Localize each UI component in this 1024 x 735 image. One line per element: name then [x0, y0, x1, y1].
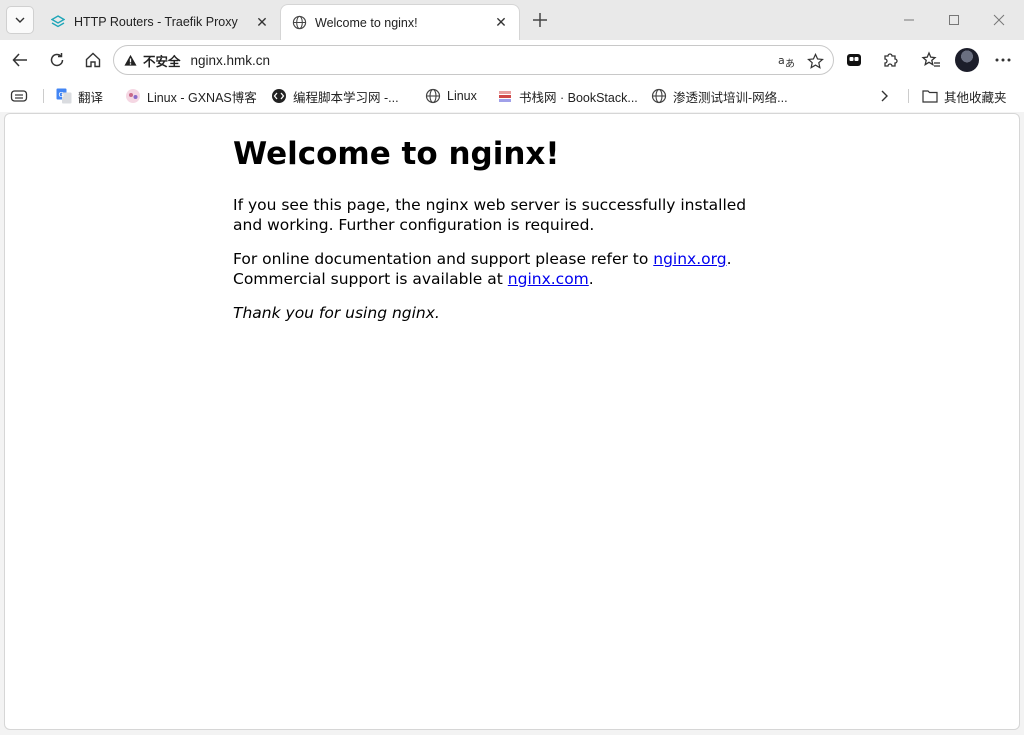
nginx-com-link[interactable]: nginx.com	[508, 270, 589, 288]
close-icon[interactable]: ✕	[252, 12, 272, 32]
url-text[interactable]: nginx.hmk.cn	[191, 53, 271, 68]
bookmark-label: Linux	[447, 89, 477, 103]
bookmark-label: 编程脚本学习网 -...	[293, 90, 399, 105]
folder-icon	[922, 88, 938, 104]
read-aloud-icon[interactable]: aあ	[775, 49, 799, 73]
close-window-button[interactable]	[976, 0, 1022, 40]
tab-list-button[interactable]	[6, 6, 34, 34]
commercial-period: .	[588, 269, 594, 288]
bookmark-label: 渗透测试培训-网络...	[673, 90, 788, 105]
favorites-button[interactable]	[917, 46, 945, 74]
thanks-paragraph: Thank you for using nginx.	[233, 304, 753, 324]
reading-list-button[interactable]	[10, 86, 28, 106]
home-button[interactable]	[79, 46, 107, 74]
minimize-button[interactable]	[886, 0, 932, 40]
tab-traefik[interactable]: HTTP Routers - Traefik Proxy ✕	[40, 4, 280, 40]
back-arrow-icon	[12, 53, 27, 67]
page-heading: Welcome to nginx!	[233, 136, 560, 172]
nginx-welcome-page: Welcome to nginx! If you see this page, …	[233, 136, 753, 339]
other-bookmarks[interactable]: 其他收藏夹	[922, 86, 1007, 106]
warning-icon[interactable]	[123, 53, 137, 67]
intro-paragraph: If you see this page, the nginx web serv…	[233, 196, 747, 234]
bookmark-linux[interactable]: Linux	[425, 86, 477, 106]
more-icon	[995, 58, 1011, 62]
svg-text:あ: あ	[785, 58, 795, 69]
globe-icon	[425, 88, 441, 104]
address-bar[interactable]: 不安全 nginx.hmk.cn aあ	[113, 45, 834, 75]
tab-bar: HTTP Routers - Traefik Proxy ✕ Welcome t…	[0, 0, 1024, 40]
bookmark-gxnas[interactable]: Linux - GXNAS博客	[125, 86, 257, 106]
google-translate-icon: G	[56, 88, 72, 104]
reading-view-icon	[10, 90, 28, 102]
bookmarks-divider	[43, 89, 44, 103]
bookmark-bookstack[interactable]: 书栈网 · BookStack...	[497, 86, 638, 106]
docs-paragraph: For online documentation and support ple…	[233, 250, 753, 289]
code-icon	[271, 88, 287, 104]
puzzle-icon	[884, 53, 898, 67]
globe-icon	[291, 15, 307, 31]
tab-nginx[interactable]: Welcome to nginx! ✕	[280, 4, 520, 40]
bookmark-pentest[interactable]: 渗透测试培训-网络...	[651, 86, 788, 106]
svg-text:a: a	[778, 54, 785, 67]
tab-title: Welcome to nginx!	[315, 15, 418, 30]
chevron-right-icon	[881, 90, 888, 102]
traefik-icon	[50, 14, 66, 30]
maximize-button[interactable]	[931, 0, 977, 40]
plus-icon	[533, 13, 547, 27]
settings-more-button[interactable]	[989, 46, 1017, 74]
maximize-icon	[949, 15, 959, 25]
bookmarks-overflow-button[interactable]	[878, 86, 890, 106]
collections-button[interactable]	[840, 46, 868, 74]
profile-button[interactable]	[953, 46, 981, 74]
close-icon[interactable]: ✕	[491, 13, 511, 33]
commercial-text: Commercial support is available at	[233, 269, 508, 288]
back-button[interactable]	[6, 46, 34, 74]
docs-text: For online documentation and support ple…	[233, 250, 654, 268]
gxnas-icon	[125, 88, 141, 104]
bookmark-code[interactable]: 编程脚本学习网 -...	[271, 86, 399, 106]
bookmark-label: 翻译	[78, 90, 104, 105]
bookmarks-bar: G 翻译 Linux - GXNAS博客 编程脚本学习网 -... Linux …	[0, 80, 1024, 112]
bookmarks-divider	[908, 89, 909, 103]
close-icon	[993, 14, 1005, 26]
refresh-icon	[50, 53, 64, 67]
svg-text:G: G	[59, 91, 64, 99]
home-icon	[85, 52, 101, 68]
page-viewport: Welcome to nginx! If you see this page, …	[4, 113, 1020, 730]
other-bookmarks-label: 其他收藏夹	[944, 90, 1007, 105]
security-label[interactable]: 不安全	[143, 51, 181, 70]
thanks-text: Thank you for using nginx.	[233, 304, 440, 322]
bookstack-icon	[497, 88, 513, 104]
nginx-org-link[interactable]: nginx.org	[653, 250, 726, 268]
minimize-icon	[904, 19, 914, 21]
tab-title: HTTP Routers - Traefik Proxy	[74, 15, 238, 29]
avatar	[955, 48, 979, 72]
star-icon[interactable]	[803, 49, 827, 73]
globe-icon	[651, 88, 667, 104]
bookmark-label: 书栈网 · BookStack...	[519, 90, 638, 105]
refresh-button[interactable]	[43, 46, 71, 74]
docs-period: .	[726, 250, 732, 268]
extensions-button[interactable]	[876, 46, 904, 74]
bookmark-label: Linux - GXNAS博客	[147, 90, 257, 105]
favorites-list-icon	[921, 51, 940, 67]
collections-icon	[847, 54, 861, 66]
chevron-down-icon	[15, 17, 25, 23]
bookmark-translate[interactable]: G 翻译	[56, 86, 103, 106]
new-tab-button[interactable]	[528, 8, 552, 32]
